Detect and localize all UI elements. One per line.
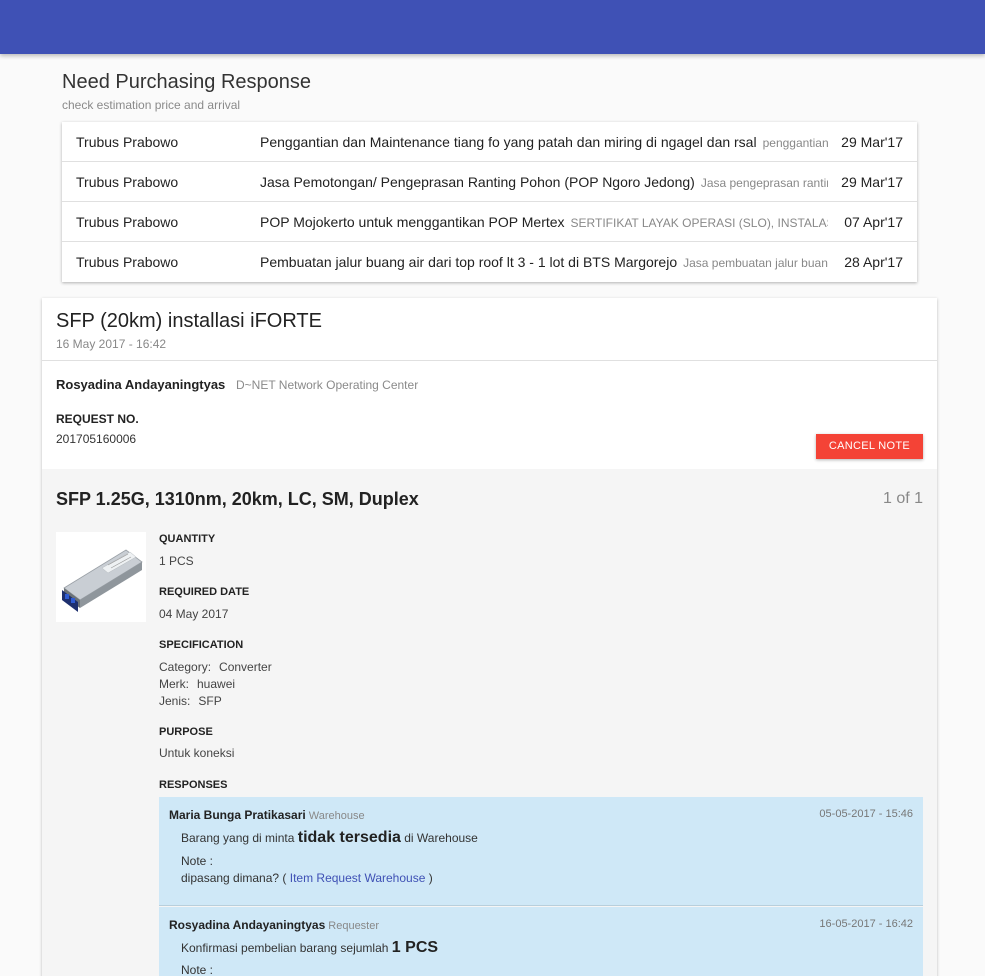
- list-item[interactable]: Trubus Prabowo POP Mojokerto untuk mengg…: [62, 202, 917, 242]
- required-date-label: REQUIRED DATE: [159, 586, 250, 598]
- requester-name: Trubus Prabowo: [76, 254, 179, 270]
- item-request-warehouse-link[interactable]: Item Request Warehouse: [290, 871, 426, 885]
- response-item: Rosyadina Andayaningtyas Requester 16-05-…: [159, 907, 923, 976]
- request-info: Rosyadina Andayaningtyas D~NET Network O…: [42, 361, 937, 469]
- responder-role: Requester: [328, 920, 380, 932]
- response-time: 16-05-2017 - 16:42: [819, 918, 913, 930]
- top-app-bar: [0, 0, 985, 54]
- request-description: Penggantian dan Maintenance tiang fo yan…: [260, 134, 828, 150]
- response-note-label: Note :: [181, 963, 214, 976]
- item-title: SFP 1.25G, 1310nm, 20km, LC, SM, Duplex: [56, 489, 419, 509]
- response-message: Konfirmasi pembelian barang sejumlah 1 P…: [181, 939, 439, 956]
- list-item[interactable]: Trubus Prabowo Pembuatan jalur buang air…: [62, 242, 917, 282]
- purpose-value: Untuk koneksi: [159, 746, 235, 760]
- specification-label: SPECIFICATION: [159, 639, 244, 651]
- need-purchasing-list: Trubus Prabowo Penggantian dan Maintenan…: [62, 122, 917, 282]
- request-title: SFP (20km) installasi iFORTE: [56, 310, 322, 332]
- requester-name: Trubus Prabowo: [76, 214, 179, 230]
- request-detail-card: SFP (20km) installasi iFORTE 16 May 2017…: [42, 298, 937, 976]
- response-note: dipasang dimana? ( Item Request Warehous…: [181, 871, 433, 885]
- response-message: Barang yang di minta tidak tersedia di W…: [181, 829, 478, 846]
- item-pagination: 1 of 1: [882, 490, 923, 507]
- required-date-value: 04 May 2017: [159, 607, 229, 621]
- quantity-value: 1 PCS: [159, 554, 194, 568]
- spec-merk: Merk: huawei: [159, 677, 236, 691]
- spec-jenis: Jenis: SFP: [159, 694, 222, 708]
- need-purchasing-subtitle: check estimation price and arrival: [62, 98, 241, 112]
- list-item[interactable]: Trubus Prabowo Penggantian dan Maintenan…: [62, 122, 917, 162]
- requester-name: Trubus Prabowo: [76, 174, 179, 190]
- list-item[interactable]: Trubus Prabowo Jasa Pemotongan/ Pengepra…: [62, 162, 917, 202]
- responder-role: Warehouse: [308, 810, 365, 822]
- request-description: Pembuatan jalur buang air dari top roof …: [260, 254, 828, 270]
- responses-label: RESPONSES: [159, 779, 228, 791]
- request-header: SFP (20km) installasi iFORTE 16 May 2017…: [42, 298, 937, 361]
- request-date: 29 Mar'17: [837, 162, 903, 201]
- request-date: 28 Apr'17: [840, 242, 903, 282]
- spec-category: Category: Converter: [159, 660, 272, 674]
- requester-name: Rosyadina Andayaningtyas: [56, 377, 226, 392]
- responder-name: Maria Bunga Pratikasari Warehouse: [169, 808, 365, 822]
- need-purchasing-title: Need Purchasing Response: [62, 71, 312, 93]
- response-item: Maria Bunga Pratikasari Warehouse 05-05-2…: [159, 797, 923, 906]
- response-time: 05-05-2017 - 15:46: [819, 808, 913, 820]
- response-note-label: Note :: [181, 854, 214, 868]
- request-description: POP Mojokerto untuk menggantikan POP Mer…: [260, 214, 828, 230]
- request-date: 16 May 2017 - 16:42: [56, 337, 167, 351]
- request-description: Jasa Pemotongan/ Pengeprasan Ranting Poh…: [260, 174, 828, 190]
- request-date: 29 Mar'17: [837, 122, 903, 161]
- request-number-label: REQUEST NO.: [56, 412, 139, 426]
- responder-name: Rosyadina Andayaningtyas Requester: [169, 918, 380, 932]
- purpose-label: PURPOSE: [159, 726, 213, 738]
- requester-organization: D~NET Network Operating Center: [236, 378, 419, 392]
- requester-name: Trubus Prabowo: [76, 134, 179, 150]
- request-number: 201705160006: [56, 432, 137, 446]
- quantity-label: QUANTITY: [159, 533, 216, 545]
- request-date: 07 Apr'17: [840, 202, 903, 241]
- item-image: [56, 532, 146, 622]
- cancel-note-button[interactable]: CANCEL NOTE: [816, 434, 923, 459]
